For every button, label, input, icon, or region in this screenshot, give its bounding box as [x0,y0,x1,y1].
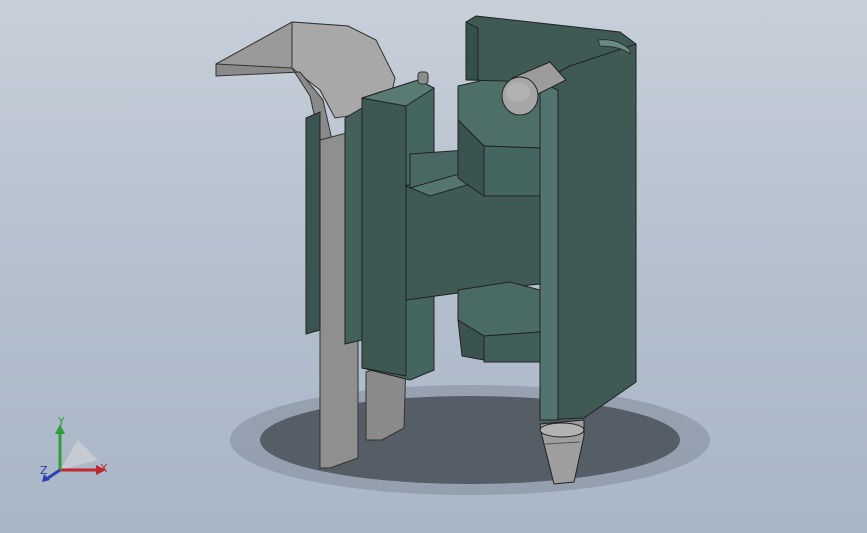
triad-plane [60,440,98,470]
z-axis-label: Z [40,464,48,477]
3d-model-view[interactable] [0,0,867,533]
model-shadow-soft [230,385,710,495]
y-axis-label: Y [57,415,65,428]
axis-triad: X Y Z [40,415,108,482]
lower-wedge[interactable] [457,281,541,363]
z-axis-line [47,468,61,480]
graphics-viewport[interactable]: X Y Z [0,0,867,533]
x-axis-label: X [100,462,108,475]
